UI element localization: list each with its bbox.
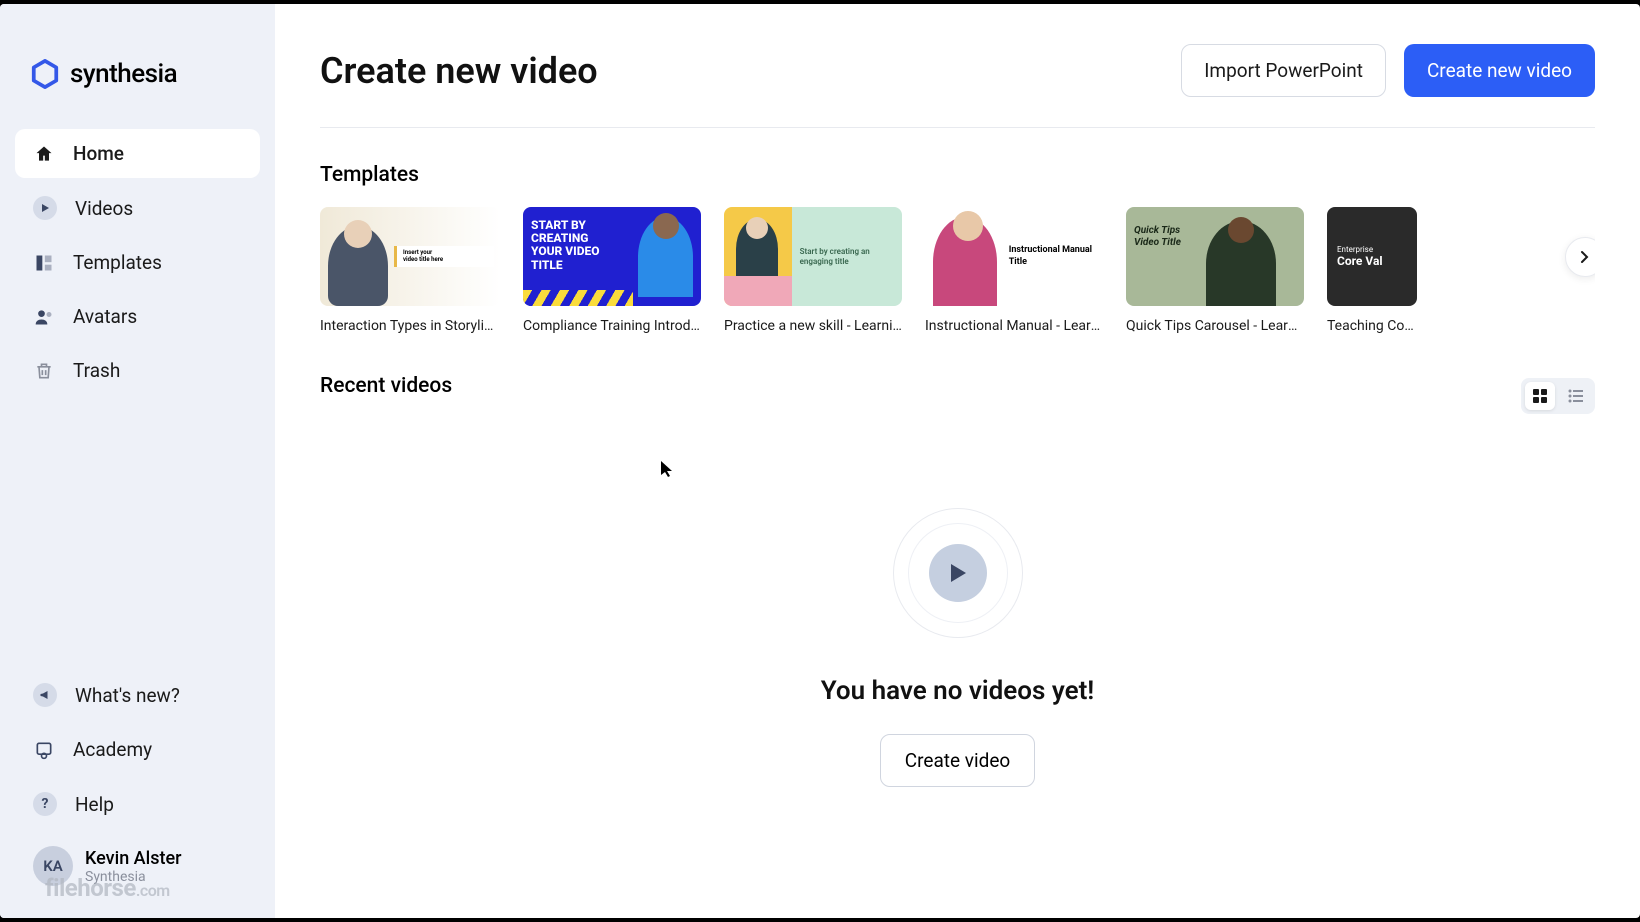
page-title: Create new video [320, 50, 598, 92]
template-thumbnail: EnterpriseCore Val [1327, 207, 1417, 306]
bottom-nav: What's new? Academy ? Help KA Kevin Alst… [0, 670, 275, 918]
templates-carousel: Insert yourvideo title here Interaction … [320, 207, 1595, 334]
template-thumbnail: Instructional Manual Title [925, 207, 1103, 306]
nav-home[interactable]: Home [15, 129, 260, 178]
list-icon [1568, 388, 1584, 404]
trash-icon [33, 360, 55, 382]
template-title: Compliance Training Introduc... [523, 318, 701, 334]
template-thumbnail: START BY CREATING YOUR VIDEO TITLE [523, 207, 701, 306]
nav-label: Videos [75, 197, 133, 220]
view-toggle [1521, 378, 1595, 414]
cursor-icon [660, 460, 674, 482]
nav-label: What's new? [75, 684, 180, 707]
nav-templates[interactable]: Templates [15, 238, 260, 287]
nav-label: Academy [73, 738, 152, 761]
list-view-button[interactable] [1561, 382, 1591, 410]
logo-text: synthesia [70, 59, 177, 89]
nav-help[interactable]: ? Help [15, 779, 260, 829]
template-card[interactable]: START BY CREATING YOUR VIDEO TITLE Compl… [523, 207, 701, 334]
nav-label: Help [75, 793, 114, 816]
header-actions: Import PowerPoint Create new video [1181, 44, 1595, 97]
grid-view-button[interactable] [1525, 382, 1555, 410]
logo[interactable]: synthesia [0, 4, 275, 129]
nav-label: Avatars [73, 305, 137, 328]
nav-label: Templates [73, 251, 162, 274]
template-card[interactable]: EnterpriseCore Val Teaching Core V... [1327, 207, 1417, 334]
nav-avatars[interactable]: Avatars [15, 292, 260, 341]
carousel-next-button[interactable] [1565, 237, 1595, 277]
grid-icon [1532, 388, 1548, 404]
create-new-video-button[interactable]: Create new video [1404, 44, 1595, 97]
help-icon: ? [33, 792, 57, 816]
template-thumbnail: Quick Tips Video Title [1126, 207, 1304, 306]
template-card[interactable]: Start by creating an engaging title Prac… [724, 207, 902, 334]
empty-state-title: You have no videos yet! [821, 676, 1095, 706]
play-icon [948, 562, 968, 584]
template-thumbnail: Start by creating an engaging title [724, 207, 902, 306]
template-title: Instructional Manual - Learni... [925, 318, 1103, 334]
empty-state: You have no videos yet! Create video [320, 508, 1595, 787]
nav-whats-new[interactable]: What's new? [15, 670, 260, 720]
user-profile[interactable]: KA Kevin Alster Synthesia filehorse.com [15, 834, 260, 898]
user-name: Kevin Alster [85, 848, 181, 869]
header: Create new video Import PowerPoint Creat… [320, 44, 1595, 128]
nav-videos[interactable]: Videos [15, 183, 260, 233]
nav-label: Home [73, 142, 124, 165]
template-title: Practice a new skill - Learning... [724, 318, 902, 334]
template-title: Teaching Core V... [1327, 318, 1417, 334]
play-icon [33, 196, 57, 220]
template-title: Quick Tips Carousel - Learnin... [1126, 318, 1304, 334]
home-icon [33, 143, 55, 165]
recent-header: Recent videos [320, 374, 1595, 418]
template-card[interactable]: Quick Tips Video Title Quick Tips Carous… [1126, 207, 1304, 334]
megaphone-icon [33, 683, 57, 707]
academy-icon [33, 739, 55, 761]
logo-icon [30, 59, 60, 89]
nav-trash[interactable]: Trash [15, 346, 260, 395]
watermark: filehorse.com [45, 874, 170, 902]
chevron-right-icon [1580, 250, 1590, 264]
main-nav: Home Videos Templates Avatars [0, 129, 275, 395]
nav-label: Trash [73, 359, 120, 382]
main-content: Create new video Import PowerPoint Creat… [275, 4, 1640, 918]
template-card[interactable]: Instructional Manual Title Instructional… [925, 207, 1103, 334]
create-video-button[interactable]: Create video [880, 734, 1036, 787]
empty-state-icon [893, 508, 1023, 638]
nav-academy[interactable]: Academy [15, 725, 260, 774]
templates-icon [33, 252, 55, 274]
template-thumbnail: Insert yourvideo title here [320, 207, 500, 306]
template-title: Interaction Types in Storyline ... [320, 318, 500, 334]
import-powerpoint-button[interactable]: Import PowerPoint [1181, 44, 1386, 97]
sidebar: synthesia Home Videos Templates [0, 4, 275, 918]
template-card[interactable]: Insert yourvideo title here Interaction … [320, 207, 500, 334]
recent-videos-heading: Recent videos [320, 374, 452, 398]
templates-heading: Templates [320, 163, 1595, 187]
avatars-icon [33, 306, 55, 328]
